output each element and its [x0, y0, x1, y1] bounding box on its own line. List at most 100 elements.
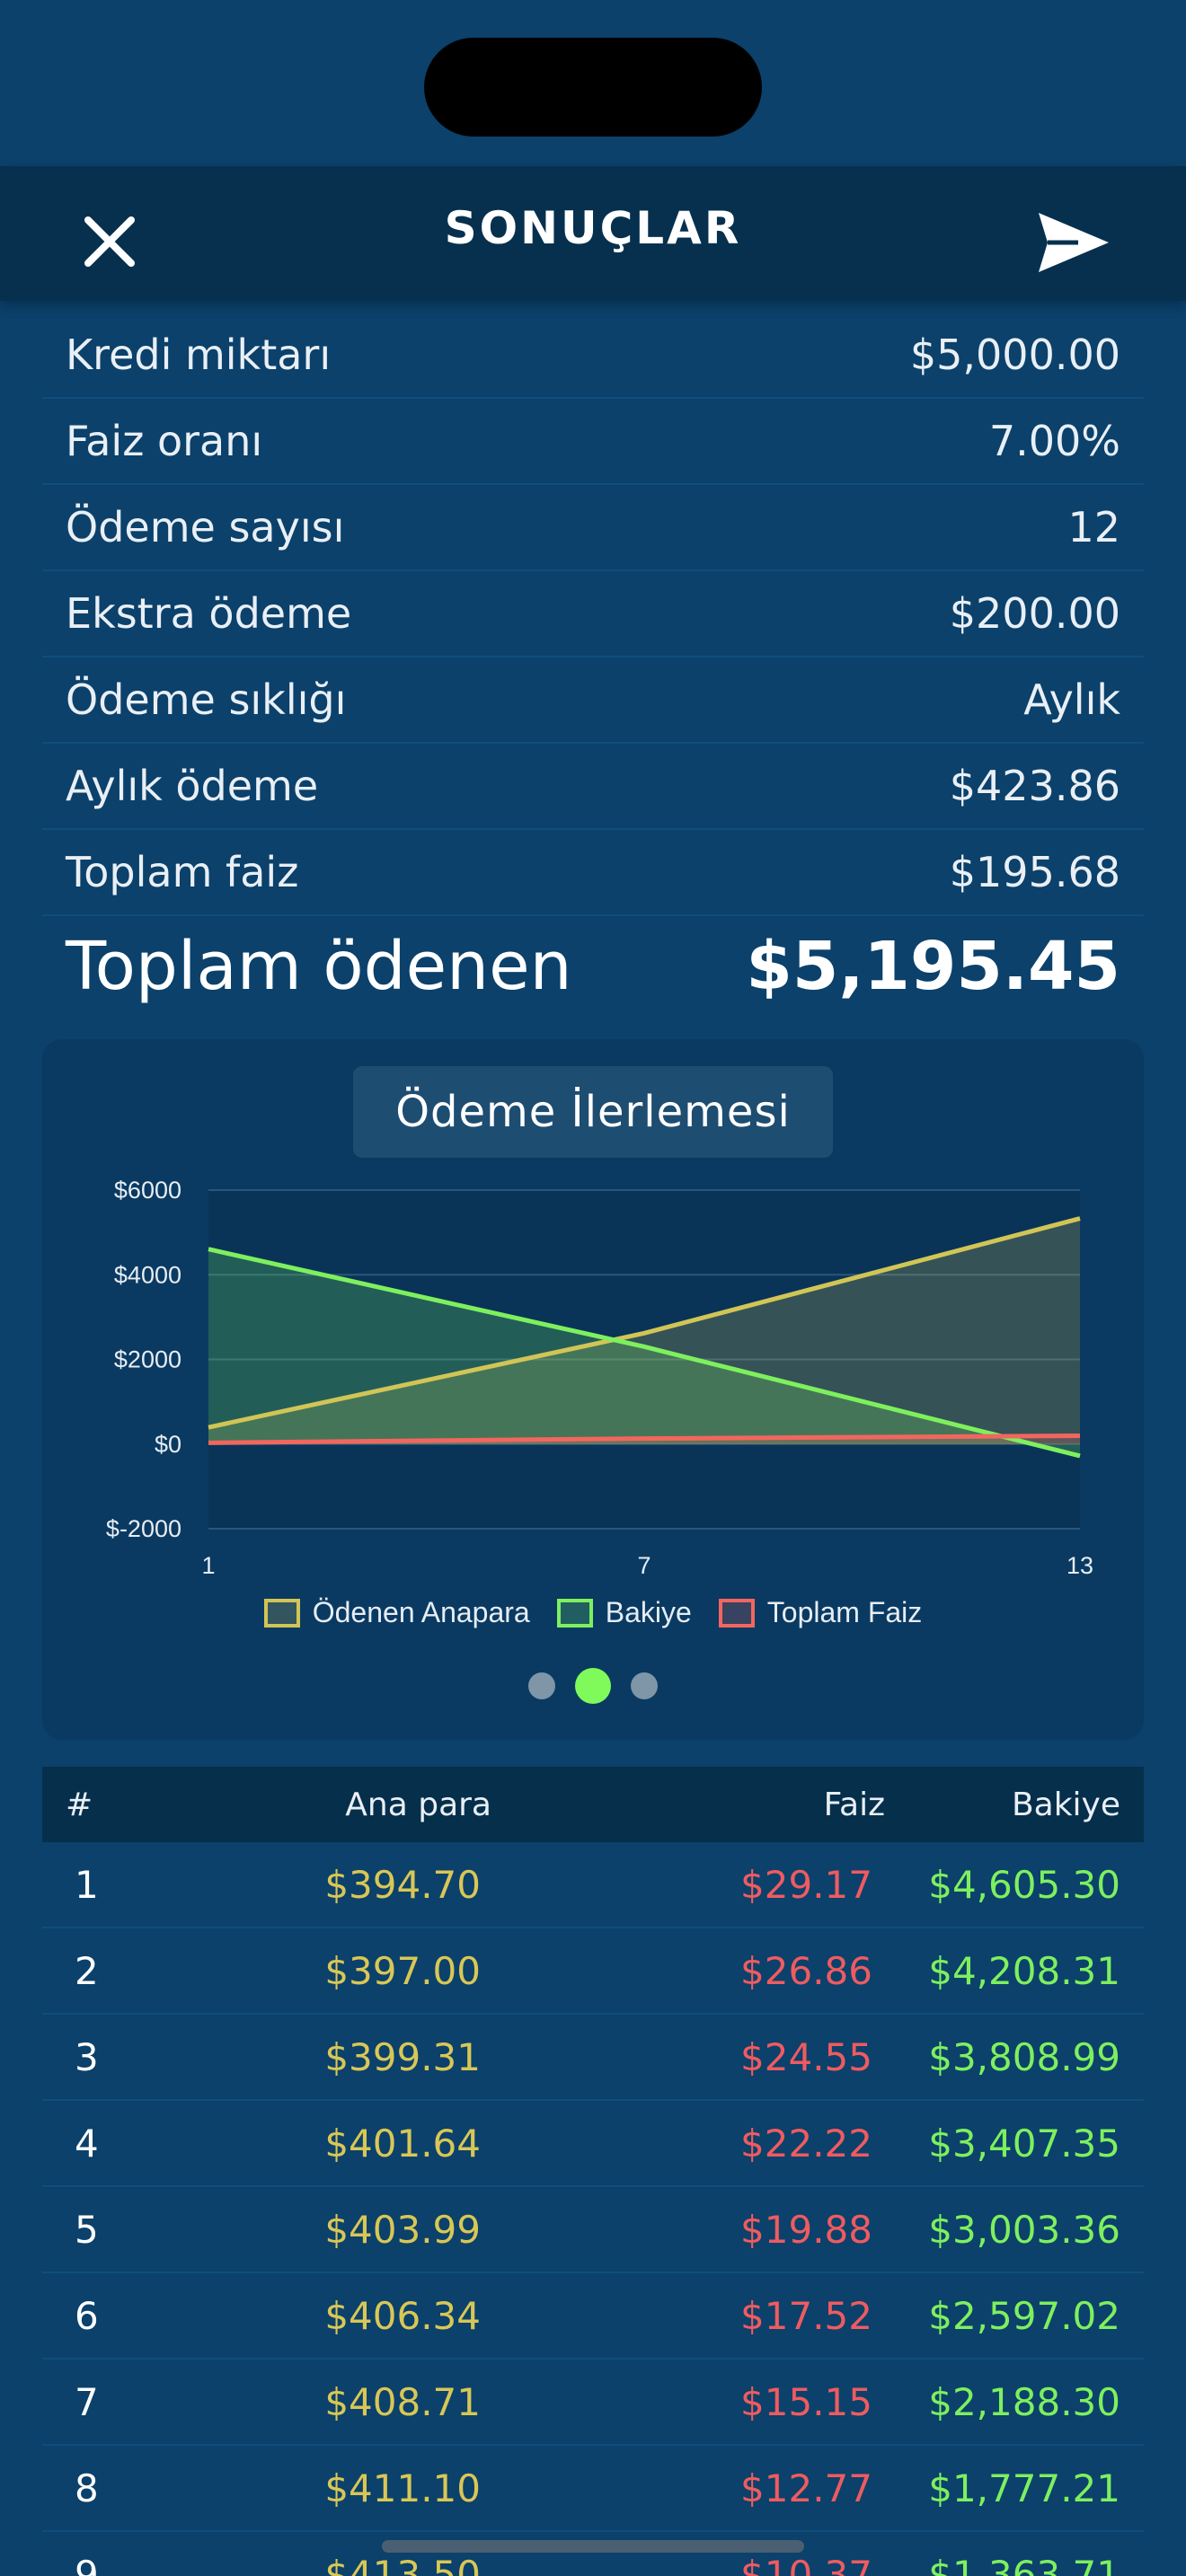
row-balance: $1,777.21	[928, 2466, 1120, 2510]
total-paid-label: Toplam ödenen	[66, 928, 572, 1005]
summary-row-total-interest: Toplam faiz $195.68	[42, 830, 1144, 916]
close-icon	[84, 216, 135, 267]
row-interest: $26.86	[740, 1948, 872, 1993]
payment-progress-chart: $6000 $4000 $2000 $0 $-2000 1 7 13	[106, 1177, 1093, 1579]
table-row: 4 $401.64 $22.22 $3,407.35	[42, 2101, 1144, 2187]
home-indicator[interactable]	[382, 2540, 804, 2553]
summary-label: Kredi miktarı	[66, 331, 332, 379]
y-tick-label: $2000	[114, 1346, 181, 1373]
close-button[interactable]	[74, 206, 146, 278]
row-balance: $3,808.99	[928, 2034, 1120, 2079]
row-interest: $10.37	[740, 2552, 872, 2576]
send-icon	[1039, 213, 1109, 272]
table-body: 1 $394.70 $29.17 $4,605.30 2 $397.00 $26.86 $4,…	[42, 1842, 1144, 2576]
table-row: 5 $403.99 $19.88 $3,003.36	[42, 2187, 1144, 2273]
row-number: 7	[75, 2379, 99, 2424]
nav-bar: SONUÇLAR	[0, 166, 1186, 301]
row-balance: $1,363.71	[928, 2552, 1120, 2576]
legend-label: Ödenen Anapara	[312, 1596, 530, 1628]
summary-value: $200.00	[949, 589, 1120, 638]
row-principal: $406.34	[324, 2293, 481, 2338]
row-principal: $403.99	[324, 2207, 481, 2252]
row-interest: $24.55	[740, 2034, 872, 2079]
page-dot[interactable]	[528, 1672, 555, 1699]
page-dot[interactable]	[631, 1672, 658, 1699]
table-row: 9 $413.50 $10.37 $1,363.71	[42, 2532, 1144, 2576]
y-tick-label: $6000	[114, 1177, 181, 1204]
table-row: 6 $406.34 $17.52 $2,597.02	[42, 2273, 1144, 2360]
x-tick-label: 13	[1067, 1552, 1093, 1579]
summary-label: Ekstra ödeme	[66, 589, 352, 638]
legend-item[interactable]: Toplam Faiz	[718, 1596, 922, 1629]
summary-row-payment-count: Ödeme sayısı 12	[42, 485, 1144, 571]
legend-swatch	[263, 1598, 300, 1628]
row-principal: $394.70	[324, 1862, 481, 1907]
y-tick-label: $-2000	[106, 1515, 181, 1542]
row-interest: $17.52	[740, 2293, 872, 2338]
row-interest: $29.17	[740, 1862, 872, 1907]
row-number: 6	[75, 2293, 99, 2338]
row-interest: $22.22	[740, 2121, 872, 2166]
summary-label: Aylık ödeme	[66, 762, 319, 810]
summary-row-loan-amount: Kredi miktarı $5,000.00	[42, 313, 1144, 399]
page-indicator	[42, 1668, 1144, 1704]
summary-value: Aylık	[1023, 675, 1120, 724]
share-button[interactable]	[1033, 202, 1114, 283]
row-balance: $4,605.30	[928, 1862, 1120, 1907]
legend-swatch	[556, 1598, 593, 1628]
summary-row-payment-frequency: Ödeme sıklığı Aylık	[42, 657, 1144, 744]
table-row: 8 $411.10 $12.77 $1,777.21	[42, 2446, 1144, 2532]
legend-item[interactable]: Bakiye	[556, 1596, 692, 1629]
summary-value: $423.86	[949, 762, 1120, 810]
summary-value: $5,000.00	[909, 331, 1120, 379]
header-interest: Faiz	[823, 1786, 885, 1823]
row-principal: $411.10	[324, 2466, 481, 2510]
summary-row-interest-rate: Faiz oranı 7.00%	[42, 399, 1144, 485]
table-row: 2 $397.00 $26.86 $4,208.31	[42, 1928, 1144, 2015]
header-principal: Ana para	[345, 1786, 491, 1823]
summary-label: Toplam faiz	[66, 848, 299, 896]
row-balance: $2,597.02	[928, 2293, 1120, 2338]
summary-label: Ödeme sayısı	[66, 503, 345, 551]
chart-legend: Ödenen Anapara Bakiye Toplam Faiz	[42, 1596, 1144, 1629]
legend-swatch	[718, 1598, 755, 1628]
row-principal: $397.00	[324, 1948, 481, 1993]
summary-value: $195.68	[949, 848, 1120, 896]
chart-card[interactable]: Ödeme İlerlemesi $6000 $4000 $2000 $0 $-2000…	[42, 1039, 1144, 1740]
header-balance: Bakiye	[1011, 1786, 1120, 1823]
summary-row-monthly-payment: Aylık ödeme $423.86	[42, 744, 1144, 830]
row-number: 8	[75, 2466, 99, 2510]
total-paid-value: $5,195.45	[746, 928, 1120, 1005]
row-balance: $4,208.31	[928, 1948, 1120, 1993]
summary-list: Kredi miktarı $5,000.00 Faiz oranı 7.00%…	[42, 313, 1144, 1017]
amortization-table: # Ana para Faiz Bakiye 1 $394.70 $29.17 $4,…	[42, 1767, 1144, 2576]
row-principal: $399.31	[324, 2034, 481, 2079]
row-interest: $15.15	[740, 2379, 872, 2424]
row-number: 1	[75, 1862, 99, 1907]
row-interest: $12.77	[740, 2466, 872, 2510]
table-row: 7 $408.71 $15.15 $2,188.30	[42, 2360, 1144, 2446]
row-balance: $3,003.36	[928, 2207, 1120, 2252]
legend-label: Bakiye	[605, 1596, 692, 1628]
summary-value: 7.00%	[988, 417, 1120, 465]
row-number: 5	[75, 2207, 99, 2252]
summary-label: Faiz oranı	[66, 417, 263, 465]
row-interest: $19.88	[740, 2207, 872, 2252]
page-dot-active[interactable]	[575, 1668, 611, 1704]
y-tick-label: $4000	[114, 1261, 181, 1288]
header-number: #	[66, 1786, 93, 1823]
row-principal: $413.50	[324, 2552, 481, 2576]
table-row: 1 $394.70 $29.17 $4,605.30	[42, 1842, 1144, 1928]
row-principal: $408.71	[324, 2379, 481, 2424]
row-number: 2	[75, 1948, 99, 1993]
summary-label: Ödeme sıklığı	[66, 675, 347, 724]
table-row: 3 $399.31 $24.55 $3,808.99	[42, 2015, 1144, 2101]
status-bar	[0, 0, 1186, 166]
table-header: # Ana para Faiz Bakiye	[42, 1767, 1144, 1842]
row-balance: $3,407.35	[928, 2121, 1120, 2166]
legend-item[interactable]: Ödenen Anapara	[263, 1596, 530, 1629]
row-number: 3	[75, 2034, 99, 2079]
y-tick-label: $0	[155, 1431, 181, 1458]
row-principal: $401.64	[324, 2121, 481, 2166]
summary-total-row: Toplam ödenen $5,195.45	[42, 916, 1144, 1017]
